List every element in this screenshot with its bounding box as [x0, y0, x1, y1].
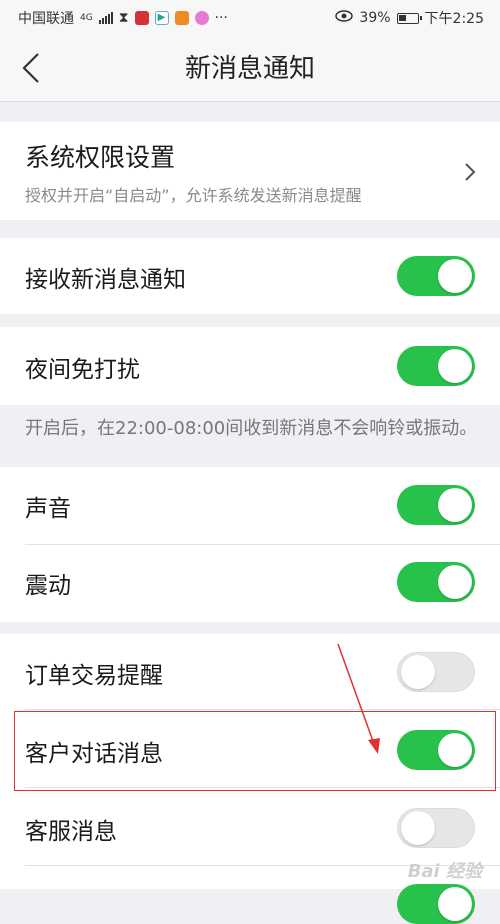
receive-notification-toggle[interactable] — [397, 256, 475, 296]
system-permission-row[interactable]: 系统权限设置 授权并开启“自启动”，允许系统发送新消息提醒 — [0, 122, 500, 220]
vibrate-toggle[interactable] — [397, 562, 475, 602]
sound-row: 声音 — [0, 467, 500, 545]
customer-chat-label: 客户对话消息 — [25, 741, 163, 767]
clock: 下午2:25 — [424, 11, 484, 27]
video-notification-icon — [174, 11, 189, 25]
vibrate-row: 震动 — [0, 545, 500, 622]
more-notifications: ··· — [214, 10, 228, 26]
page-title: 新消息通知 — [184, 54, 315, 84]
system-permission-title: 系统权限设置 — [25, 143, 176, 172]
sound-label: 声音 — [25, 496, 71, 522]
night-dnd-toggle[interactable] — [397, 346, 475, 386]
next-row — [0, 866, 500, 924]
play-notification-icon: ▶ — [154, 11, 169, 25]
signal-icon — [98, 12, 113, 24]
service-message-toggle[interactable] — [397, 808, 475, 848]
night-dnd-row: 夜间免打扰 — [0, 327, 500, 405]
status-bar: 中国联通 4G ⧗ ▶ ··· 39% 下午2:25 — [0, 0, 500, 36]
order-trade-label: 订单交易提醒 — [25, 663, 163, 689]
chevron-right-icon — [465, 163, 476, 181]
browser-notification-icon — [194, 11, 209, 25]
customer-chat-row: 客户对话消息 — [0, 710, 500, 788]
network-type: 4G — [80, 13, 93, 23]
hourglass-icon: ⧗ — [118, 10, 129, 26]
system-permission-subtitle: 授权并开启“自启动”，允许系统发送新消息提醒 — [25, 186, 362, 205]
service-message-label: 客服消息 — [25, 819, 117, 845]
receive-notification-label: 接收新消息通知 — [25, 267, 186, 293]
status-left: 中国联通 4G ⧗ ▶ ··· — [18, 8, 228, 28]
service-message-row: 客服消息 — [0, 788, 500, 866]
customer-chat-toggle[interactable] — [397, 730, 475, 770]
chevron-left-icon — [22, 53, 39, 83]
app-notification-icon — [134, 11, 149, 25]
battery-icon — [396, 12, 422, 24]
back-button[interactable] — [14, 48, 54, 88]
order-trade-toggle[interactable] — [397, 652, 475, 692]
next-toggle[interactable] — [397, 884, 475, 924]
night-dnd-note: 开启后，在22:00-08:00间收到新消息不会响铃或振动。 — [25, 418, 478, 439]
status-right: 39% 下午2:25 — [335, 8, 484, 28]
nav-bar: 新消息通知 — [0, 36, 500, 102]
receive-notification-row: 接收新消息通知 — [0, 238, 500, 314]
vibrate-label: 震动 — [25, 573, 71, 599]
sound-toggle[interactable] — [397, 485, 475, 525]
order-trade-row: 订单交易提醒 — [0, 634, 500, 710]
battery-percent: 39% — [359, 10, 391, 26]
carrier-label: 中国联通 — [18, 11, 74, 27]
night-dnd-label: 夜间免打扰 — [25, 357, 140, 383]
eye-icon — [335, 10, 354, 26]
